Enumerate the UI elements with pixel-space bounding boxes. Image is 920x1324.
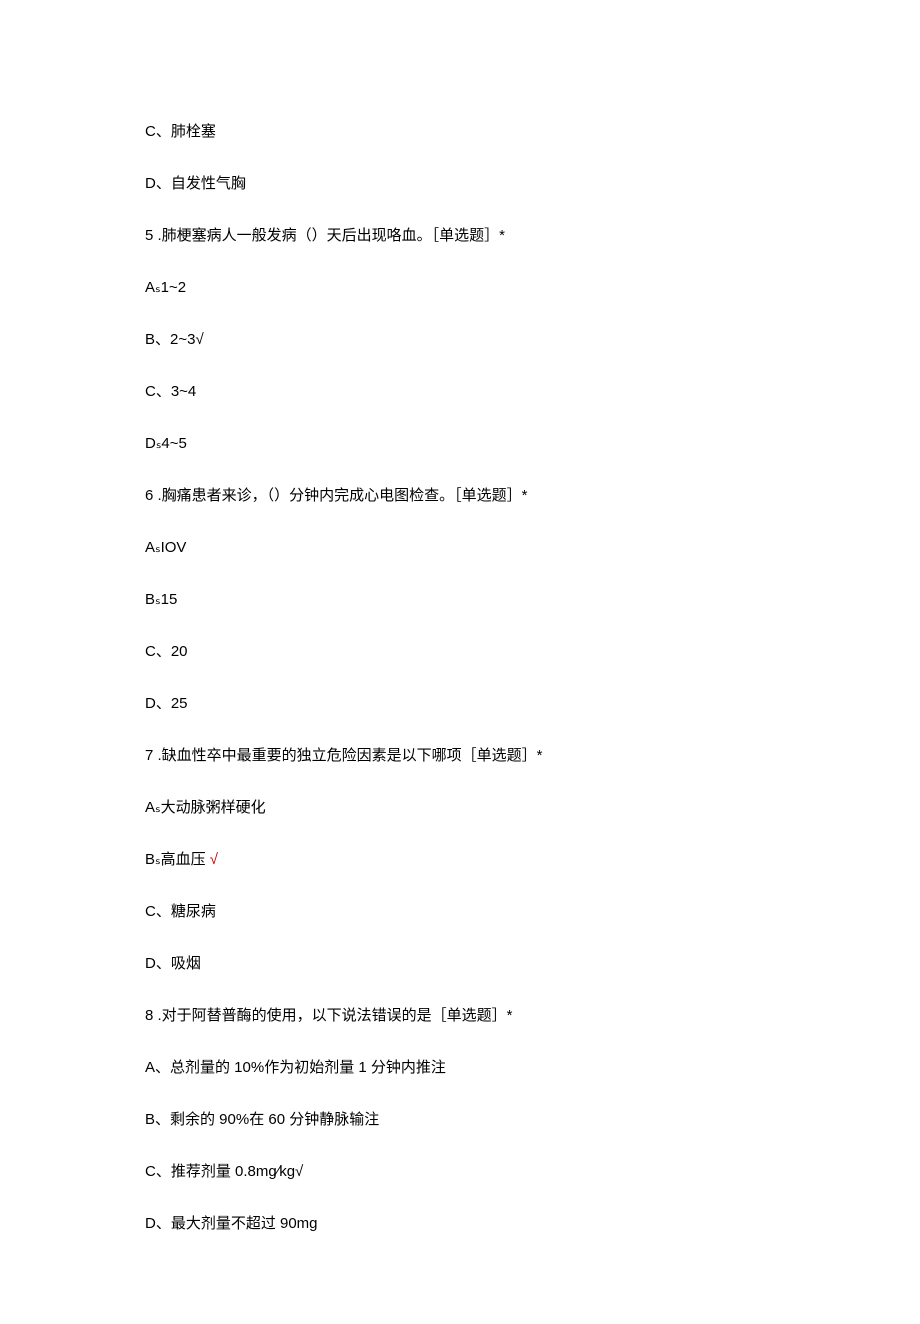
option-text: Bₛ高血压 [145,851,210,868]
question-7-option-b: Bₛ高血压 √ [145,848,775,872]
question-7-option-a: Aₛ大动脉粥样硬化 [145,796,775,820]
question-5: 5 .肺梗塞病人一般发病（）天后出现咯血。［单选题］* [145,224,775,248]
question-8-option-c: C、推荐剂量 0.8mg⁄kg√ [145,1160,775,1184]
question-6: 6 .胸痛患者来诊，（）分钟内完成心电图检查。［单选题］* [145,484,775,508]
question-6-option-b: Bₛ15 [145,588,775,612]
question-6-option-c: C、20 [145,640,775,664]
question-6-option-a: AₛIOV [145,536,775,560]
question-5-option-c: C、3~4 [145,380,775,404]
question-8-option-d: D、最大剂量不超过 90mg [145,1212,775,1236]
question-8: 8 .对于阿替普酶的使用，以下说法错误的是［单选题］* [145,1004,775,1028]
check-icon: √ [210,851,218,868]
option-d: D、自发性气胸 [145,172,775,196]
question-5-option-a: Aₛ1~2 [145,276,775,300]
question-8-option-b: B、剩余的 90%在 60 分钟静脉输注 [145,1108,775,1132]
question-7-option-d: D、吸烟 [145,952,775,976]
question-6-option-d: D、25 [145,692,775,716]
question-7: 7 .缺血性卒中最重要的独立危险因素是以下哪项［单选题］* [145,744,775,768]
option-c: C、肺栓塞 [145,120,775,144]
question-8-option-a: A、总剂量的 10%作为初始剂量 1 分钟内推注 [145,1056,775,1080]
question-5-option-d: Dₛ4~5 [145,432,775,456]
question-5-option-b: B、2~3√ [145,328,775,352]
question-7-option-c: C、糖尿病 [145,900,775,924]
